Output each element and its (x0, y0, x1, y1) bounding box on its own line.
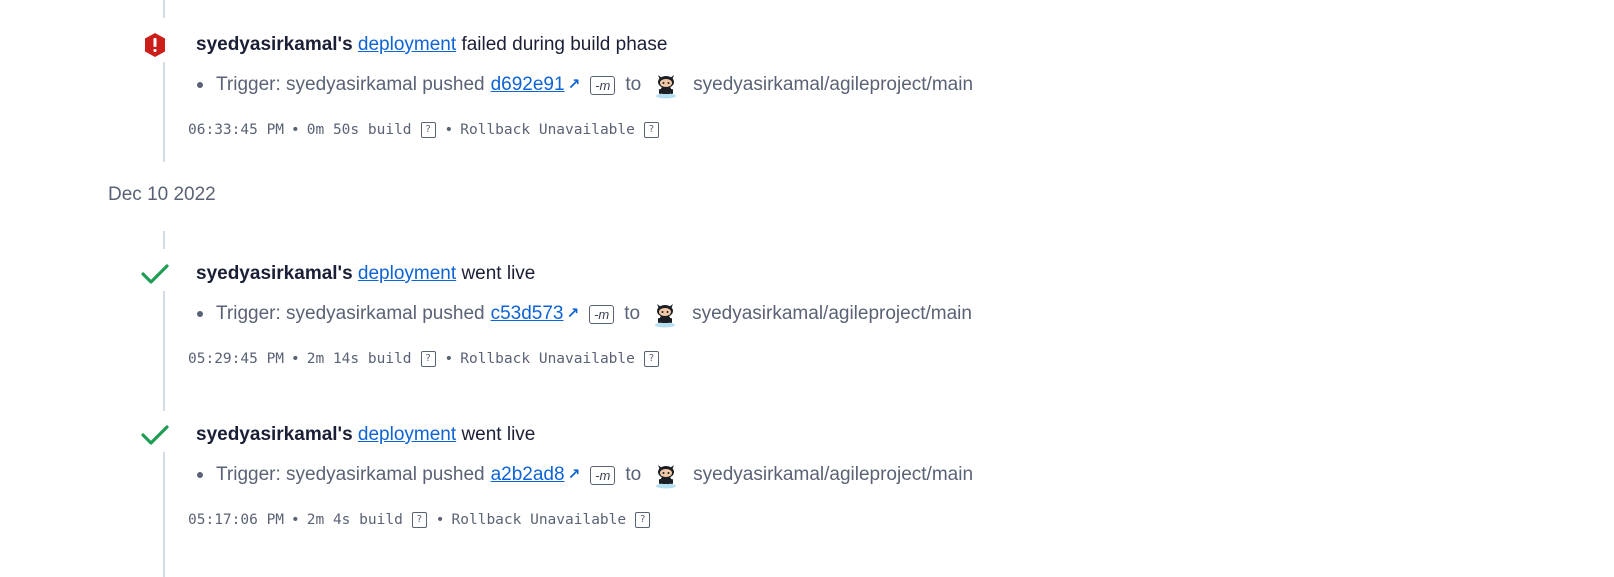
bullet (197, 311, 203, 317)
trigger-row: Trigger: syedyasirkamal pushed d692e91 ↗… (196, 70, 973, 100)
commit-message-toggle[interactable]: -m (589, 304, 615, 324)
timeline-line-3 (163, 291, 165, 411)
rollback-status: Rollback Unavailable (460, 122, 635, 138)
to-label: to (625, 74, 642, 95)
build-duration: 0m 50s build (306, 122, 412, 138)
checkmark-icon (140, 259, 170, 289)
commit-link[interactable]: c53d573 (491, 299, 564, 329)
external-link-icon[interactable]: ↗ (568, 460, 581, 490)
repo-branch[interactable]: syedyasirkamal/agileproject/main (693, 70, 973, 100)
separator: • (291, 351, 300, 367)
bullet (197, 472, 203, 478)
help-icon[interactable]: ? (411, 512, 427, 528)
bullet (197, 82, 203, 88)
trigger-prefix: Trigger: syedyasirkamal pushed (216, 303, 485, 324)
separator: • (291, 122, 300, 138)
commit-message-toggle[interactable]: -m (590, 465, 616, 485)
separator: • (444, 351, 454, 367)
trigger-row: Trigger: syedyasirkamal pushed a2b2ad8 ↗… (196, 460, 973, 490)
help-icon[interactable]: ? (643, 351, 659, 367)
event-result: went live (461, 424, 536, 445)
trigger-row: Trigger: syedyasirkamal pushed c53d573 ↗… (196, 299, 972, 329)
commit-link[interactable]: d692e91 (491, 70, 565, 100)
timeline-line-2 (163, 231, 165, 249)
separator: • (435, 512, 445, 528)
event-meta: 06:33:45 PM • 0m 50s build ? • Rollback … (188, 122, 665, 138)
external-link-icon[interactable]: ↗ (567, 299, 580, 329)
event-user: syedyasirkamal's (196, 34, 353, 55)
repo-branch[interactable]: syedyasirkamal/agileproject/main (693, 460, 973, 490)
event-user: syedyasirkamal's (196, 424, 353, 445)
external-link-icon[interactable]: ↗ (568, 70, 581, 100)
separator: • (291, 512, 300, 528)
to-label: to (625, 464, 642, 485)
event-time: 05:29:45 PM (188, 351, 285, 367)
event-result: failed during build phase (461, 34, 668, 55)
trigger-prefix: Trigger: syedyasirkamal pushed (216, 464, 485, 485)
separator: • (444, 122, 454, 138)
date-heading: Dec 10 2022 (108, 184, 216, 205)
commit-link[interactable]: a2b2ad8 (491, 460, 565, 490)
rollback-status: Rollback Unavailable (460, 351, 635, 367)
help-icon[interactable]: ? (643, 122, 659, 138)
event-headline: syedyasirkamal's deployment went live (196, 263, 535, 285)
help-icon[interactable]: ? (420, 351, 436, 367)
deployment-link[interactable]: deployment (358, 263, 456, 284)
event-user: syedyasirkamal's (196, 263, 353, 284)
repo-branch[interactable]: syedyasirkamal/agileproject/main (692, 299, 972, 329)
to-label: to (624, 303, 641, 324)
error-icon (140, 30, 170, 60)
event-meta: 05:17:06 PM • 2m 4s build ? • Rollback U… (188, 512, 656, 528)
deployment-link[interactable]: deployment (358, 34, 456, 55)
event-time: 06:33:45 PM (188, 122, 285, 138)
event-headline: syedyasirkamal's deployment failed durin… (196, 34, 667, 56)
build-duration: 2m 14s build (306, 351, 412, 367)
trigger-prefix: Trigger: syedyasirkamal pushed (216, 74, 485, 95)
github-octocat-icon (653, 71, 679, 99)
event-time: 05:17:06 PM (188, 512, 285, 528)
commit-message-toggle[interactable]: -m (590, 75, 616, 95)
timeline-line-4 (163, 452, 165, 577)
rollback-status: Rollback Unavailable (451, 512, 627, 528)
event-headline: syedyasirkamal's deployment went live (196, 424, 535, 446)
github-octocat-icon (653, 461, 679, 489)
checkmark-icon (140, 420, 170, 450)
github-octocat-icon (652, 300, 678, 328)
event-meta: 05:29:45 PM • 2m 14s build ? • Rollback … (188, 351, 665, 367)
help-icon[interactable]: ? (420, 122, 436, 138)
event-result: went live (461, 263, 536, 284)
deployment-link[interactable]: deployment (358, 424, 456, 445)
timeline-line-top (163, 0, 165, 18)
timeline-line-1 (163, 62, 165, 162)
build-duration: 2m 4s build (306, 512, 403, 528)
help-icon[interactable]: ? (635, 512, 651, 528)
